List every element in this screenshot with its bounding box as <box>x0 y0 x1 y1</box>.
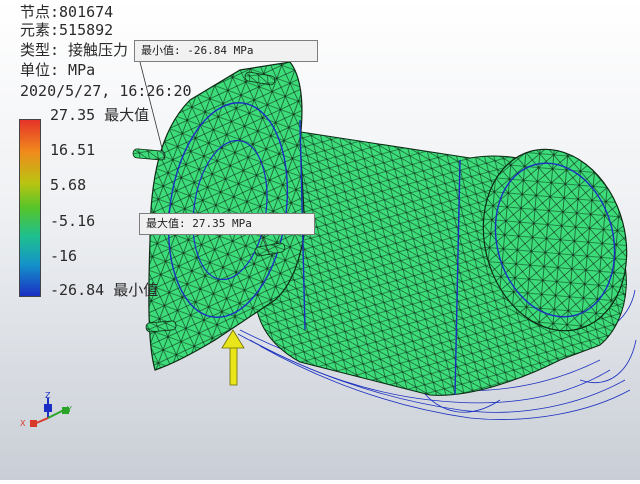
legend-label: -5.16 <box>50 212 96 230</box>
node-count: 节点:801674 <box>20 3 114 21</box>
legend-label-max: 27.35 最大值 <box>50 106 150 124</box>
load-arrow <box>221 329 245 386</box>
legend-label: 16.51 <box>50 141 96 159</box>
timestamp: 2020/5/27, 16:26:20 <box>20 82 192 100</box>
max-value-callout[interactable]: 最大值: 27.35 MPa <box>139 213 315 235</box>
legend-label: 5.68 <box>50 176 87 194</box>
model-view: Z Y X <box>20 61 637 428</box>
legend-label: -16 <box>50 247 78 265</box>
min-value-callout[interactable]: 最小值: -26.84 MPa <box>134 40 318 62</box>
result-type: 类型: 接触压力 I <box>20 41 147 59</box>
triad-z-label: Z <box>45 391 51 400</box>
triad-x-label: X <box>20 419 26 428</box>
triad-y-label: Y <box>66 405 72 414</box>
legend-label-min: -26.84 最小值 <box>50 281 159 299</box>
result-unit: 单位: MPa <box>20 61 96 79</box>
color-legend-bar <box>19 119 41 297</box>
graphics-viewport[interactable]: Z Y X <box>0 0 640 480</box>
element-count: 元素:515892 <box>20 21 114 39</box>
view-triad[interactable]: Z Y X <box>20 391 72 428</box>
